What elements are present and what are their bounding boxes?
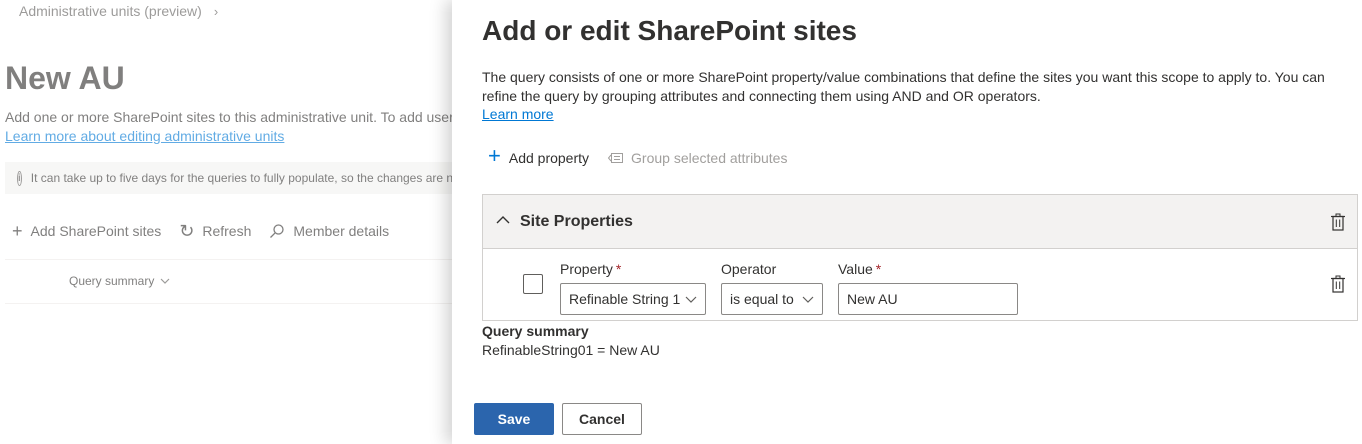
column-header-label: Query summary <box>69 274 155 288</box>
refresh-icon: ↻ <box>179 221 195 241</box>
query-summary-label: Query summary <box>482 323 589 339</box>
edit-sites-panel: Add or edit SharePoint sites The query c… <box>452 0 1362 444</box>
value-input[interactable]: New AU <box>838 283 1018 315</box>
site-properties-section: Site Properties Property * Refinable Stri… <box>482 194 1358 321</box>
cancel-button[interactable]: Cancel <box>562 403 642 435</box>
chevron-down-icon <box>685 296 697 303</box>
chevron-right-icon: › <box>213 3 219 19</box>
background-command-bar: + Add SharePoint sites ↻ Refresh Member … <box>12 222 389 240</box>
delete-section-icon[interactable] <box>1330 213 1346 231</box>
divider <box>5 303 452 304</box>
add-sharepoint-sites-button[interactable]: + Add SharePoint sites <box>12 222 161 240</box>
property-dropdown[interactable]: Refinable String 1 <box>560 283 706 315</box>
query-summary-value: RefinableString01 = New AU <box>482 342 660 358</box>
learn-more-editing-link[interactable]: Learn more about editing administrative … <box>5 128 284 144</box>
operator-label: Operator <box>721 261 777 277</box>
background-page: Administrative units (preview) › New AU … <box>0 0 452 444</box>
site-properties-header[interactable]: Site Properties <box>483 195 1357 249</box>
refresh-button[interactable]: ↻ Refresh <box>179 222 251 240</box>
plus-icon: + <box>12 221 23 241</box>
column-header-query-summary[interactable]: Query summary <box>69 274 170 288</box>
row-select-checkbox[interactable] <box>523 274 543 294</box>
refresh-label: Refresh <box>202 223 252 239</box>
operator-dropdown-value: is equal to <box>730 291 794 307</box>
required-mark: * <box>875 261 882 277</box>
add-property-button[interactable]: + Add property <box>488 143 590 168</box>
chevron-down-icon <box>160 278 170 284</box>
group-selected-attributes-button[interactable]: Group selected attributes <box>607 150 787 166</box>
property-label-text: Property <box>560 261 613 277</box>
panel-title: Add or edit SharePoint sites <box>482 15 857 46</box>
save-button[interactable]: Save <box>474 403 554 435</box>
search-icon <box>270 224 285 238</box>
panel-description: The query consists of one or more ShareP… <box>482 69 1325 104</box>
delete-row-icon[interactable] <box>1330 275 1346 293</box>
value-label-text: Value <box>838 261 873 277</box>
breadcrumb: Administrative units (preview) › <box>19 3 218 19</box>
divider <box>5 259 452 260</box>
value-input-text: New AU <box>847 291 898 307</box>
panel-command-bar: + Add property Group selected attributes <box>488 143 787 168</box>
learn-more-link[interactable]: Learn more <box>482 106 554 122</box>
value-label: Value * <box>838 261 881 277</box>
operator-dropdown[interactable]: is equal to <box>721 283 823 315</box>
info-message-text: It can take up to five days for the quer… <box>30 171 452 185</box>
info-icon: i <box>17 170 22 186</box>
add-property-label: Add property <box>508 149 590 166</box>
page-description: Add one or more SharePoint sites to this… <box>5 109 452 125</box>
property-dropdown-value: Refinable String 1 <box>569 291 681 307</box>
member-details-button[interactable]: Member details <box>269 223 389 239</box>
member-details-label: Member details <box>293 223 390 239</box>
breadcrumb-item[interactable]: Administrative units (preview) <box>19 3 202 19</box>
property-label: Property * <box>560 261 621 277</box>
group-selected-attributes-label: Group selected attributes <box>631 149 788 166</box>
group-icon <box>607 152 624 163</box>
chevron-up-icon[interactable] <box>495 212 511 228</box>
add-sharepoint-sites-label: Add SharePoint sites <box>30 223 162 239</box>
required-mark: * <box>615 261 622 277</box>
info-message-bar: i It can take up to five days for the qu… <box>5 162 452 194</box>
plus-icon: + <box>488 143 501 168</box>
chevron-down-icon <box>802 296 814 303</box>
page-title: New AU <box>5 60 125 96</box>
site-properties-title: Site Properties <box>520 213 633 230</box>
